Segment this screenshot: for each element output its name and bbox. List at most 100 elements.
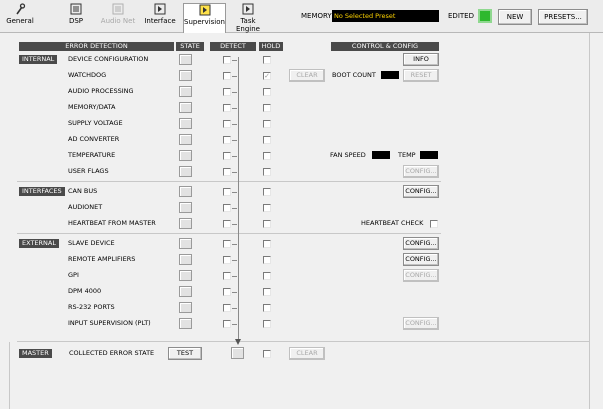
edited-label: EDITED (448, 12, 474, 20)
remote-amplifiers-config-button[interactable]: CONFIG... (403, 253, 439, 266)
state-indicator (179, 102, 192, 113)
detect-connector (232, 76, 237, 77)
detect-checkbox[interactable] (223, 204, 231, 212)
detect-checkbox[interactable] (223, 120, 231, 128)
heartbeat-check-label: HEARTBEAT CHECK (361, 219, 424, 227)
detect-checkbox[interactable] (223, 136, 231, 144)
slave-device-config-button[interactable]: CONFIG... (403, 237, 439, 250)
tab-dsp[interactable]: DSP (63, 3, 89, 31)
detect-connector (232, 208, 237, 209)
hold-checkbox[interactable] (263, 104, 271, 112)
row-label: TEMPERATURE (68, 151, 116, 159)
row-label: AUDIO PROCESSING (68, 87, 134, 95)
tab-audionet[interactable]: Audio Net (99, 3, 137, 31)
master-clear-button[interactable]: CLEAR (289, 347, 325, 360)
presets-button[interactable]: PRESETS... (538, 9, 588, 25)
hold-checkbox[interactable] (263, 288, 271, 296)
can-bus-config-button[interactable]: CONFIG... (403, 185, 439, 198)
temp-display (420, 151, 438, 159)
detect-checkbox[interactable] (223, 72, 231, 80)
header-error-detection: ERROR DETECTION (19, 42, 174, 51)
edited-indicator (478, 9, 492, 23)
section-master: MASTER (19, 349, 52, 358)
hold-checkbox[interactable] (263, 56, 271, 64)
tab-general[interactable]: General (3, 3, 37, 31)
input-supervision-config-button[interactable]: CONFIG... (403, 317, 439, 330)
detect-connector (232, 124, 237, 125)
audionet-icon (112, 3, 124, 15)
section-divider (17, 181, 441, 182)
hold-checkbox[interactable] (263, 272, 271, 280)
detect-connector (232, 292, 237, 293)
test-button[interactable]: TEST (168, 347, 202, 360)
master-hold-checkbox[interactable] (263, 350, 271, 358)
detect-checkbox[interactable] (223, 256, 231, 264)
supervision-icon (199, 4, 210, 16)
state-indicator (179, 86, 192, 97)
row-label: SLAVE DEVICE (68, 239, 115, 247)
detect-connector (232, 192, 237, 193)
state-indicator (179, 318, 192, 329)
tab-supervision[interactable]: Supervision (183, 3, 226, 33)
tab-task-engine[interactable]: Task Engine (228, 3, 268, 33)
header-hold: HOLD (259, 42, 283, 51)
detect-checkbox[interactable] (223, 320, 231, 328)
state-indicator (179, 186, 192, 197)
fan-speed-display (372, 151, 390, 159)
interface-icon (154, 3, 166, 15)
general-icon (16, 3, 26, 15)
detect-checkbox[interactable] (223, 56, 231, 64)
state-indicator (179, 218, 192, 229)
detect-checkbox[interactable] (223, 304, 231, 312)
row-label: AD CONVERTER (68, 135, 120, 143)
detect-checkbox[interactable] (223, 240, 231, 248)
detect-checkbox[interactable] (223, 220, 231, 228)
tab-task-engine-label: Task Engine (236, 17, 260, 33)
hold-checkbox[interactable] (263, 188, 271, 196)
detect-checkbox[interactable] (223, 152, 231, 160)
tab-interface-label: Interface (144, 17, 176, 25)
collected-error-state-label: COLLECTED ERROR STATE (69, 349, 155, 357)
hold-checkbox[interactable] (263, 168, 271, 176)
user-flags-config-button[interactable]: CONFIG... (403, 165, 439, 178)
reset-button[interactable]: RESET (403, 69, 439, 82)
info-button[interactable]: INFO (403, 53, 439, 66)
row-label: REMOTE AMPLIFIERS (68, 255, 136, 263)
detect-connector (232, 224, 237, 225)
hold-checkbox[interactable] (263, 256, 271, 264)
detect-checkbox[interactable] (223, 288, 231, 296)
detect-checkbox[interactable] (223, 104, 231, 112)
hold-checkbox[interactable]: ✓ (263, 72, 271, 80)
hold-checkbox[interactable] (263, 240, 271, 248)
hold-checkbox[interactable] (263, 120, 271, 128)
gpi-config-button[interactable]: CONFIG... (403, 269, 439, 282)
hold-checkbox[interactable] (263, 304, 271, 312)
row-label: DPM 4000 (68, 287, 102, 295)
detect-checkbox[interactable] (223, 168, 231, 176)
tab-supervision-label: Supervision (184, 18, 225, 26)
watchdog-clear-button[interactable]: CLEAR (289, 69, 325, 82)
hold-checkbox[interactable] (263, 136, 271, 144)
state-indicator (179, 302, 192, 313)
hold-checkbox[interactable] (263, 152, 271, 160)
toolbar: General DSP Audio Net Interface Supervis… (0, 0, 603, 33)
detect-checkbox[interactable] (223, 188, 231, 196)
detect-connector (232, 244, 237, 245)
tab-interface[interactable]: Interface (143, 3, 177, 31)
detect-checkbox[interactable] (223, 88, 231, 96)
state-indicator (179, 202, 192, 213)
memory-preset-display: No Selected Preset (332, 10, 439, 22)
detect-connector (232, 308, 237, 309)
detect-checkbox[interactable] (223, 272, 231, 280)
hold-checkbox[interactable] (263, 88, 271, 96)
panel-border-left (9, 342, 10, 409)
state-indicator (179, 270, 192, 281)
hold-checkbox[interactable] (263, 204, 271, 212)
hold-checkbox[interactable] (263, 320, 271, 328)
section-external: EXTERNAL (19, 239, 59, 248)
new-button[interactable]: NEW (498, 9, 532, 25)
heartbeat-check-checkbox[interactable] (430, 220, 438, 228)
detect-connector (232, 108, 237, 109)
hold-checkbox[interactable] (263, 220, 271, 228)
row-label: AUDIONET (68, 203, 103, 211)
